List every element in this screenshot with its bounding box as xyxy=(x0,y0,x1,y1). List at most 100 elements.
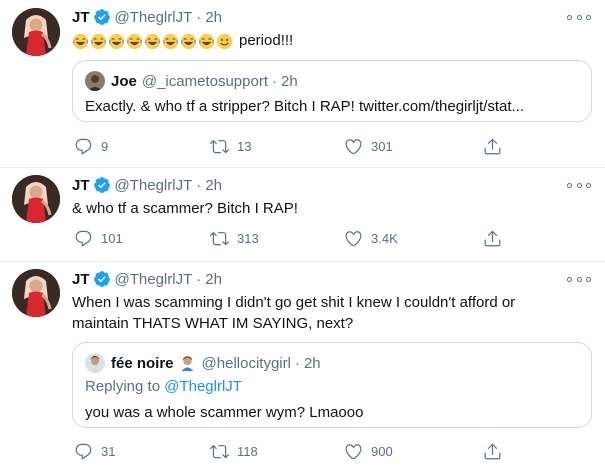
like-icon xyxy=(344,442,363,461)
reply-icon xyxy=(74,442,93,461)
tweet[interactable]: JT @TheglrlJT · 2h period!!! Joe @_icame… xyxy=(0,0,605,168)
user-avatar-image xyxy=(12,8,60,56)
retweet-count: 313 xyxy=(237,230,259,246)
laughing-emoji-icon xyxy=(180,33,197,50)
separator-dot: · xyxy=(196,8,202,26)
laughing-emoji-icon xyxy=(108,33,125,50)
quoted-avatar xyxy=(85,353,105,373)
timestamp[interactable]: 2h xyxy=(205,9,222,26)
avatar[interactable] xyxy=(12,269,60,317)
tweet-actions: 9 13 301 xyxy=(72,136,512,156)
tweet-actions: 31 118 900 xyxy=(72,441,512,461)
tweet-text-line: maintain THATS WHAT IM SAYING, next? xyxy=(72,315,354,332)
tweet-text: & who tf a scammer? Bitch I RAP! xyxy=(72,200,298,217)
tweet-text: When I was scamming I didn't go get shit… xyxy=(72,292,592,334)
replying-to-label: Replying to xyxy=(85,378,161,395)
like-button[interactable]: 900 xyxy=(344,441,393,461)
tweet-text-line: When I was scamming I didn't go get shit… xyxy=(72,294,516,311)
quoted-tweet[interactable]: fée noire @hellocitygirl · 2h Replying t… xyxy=(72,342,592,428)
retweet-icon xyxy=(210,229,229,248)
tweet[interactable]: JT @TheglrlJT · 2h When I was scamming I… xyxy=(0,262,605,468)
share-button[interactable] xyxy=(483,228,502,248)
tweet-text: period!!! xyxy=(72,30,592,51)
display-name[interactable]: JT xyxy=(72,271,90,288)
avatar[interactable] xyxy=(12,175,60,223)
more-options-icon[interactable] xyxy=(567,177,591,193)
retweet-count: 118 xyxy=(237,443,258,459)
quoted-user-handle: @_icametosupport xyxy=(141,72,268,90)
separator-dot: · xyxy=(294,354,300,372)
laughing-emoji-icon xyxy=(126,33,143,50)
verified-badge-icon xyxy=(93,270,111,288)
tweet[interactable]: JT @TheglrlJT · 2h & who tf a scammer? B… xyxy=(0,168,605,262)
reply-count: 101 xyxy=(101,230,123,246)
timestamp[interactable]: 2h xyxy=(205,177,222,194)
user-handle[interactable]: @TheglrlJT xyxy=(115,271,193,288)
like-count: 301 xyxy=(371,138,393,154)
display-name[interactable]: JT xyxy=(72,177,90,194)
like-button[interactable]: 301 xyxy=(344,136,393,156)
quoted-timestamp: 2h xyxy=(280,72,298,90)
quoted-tweet-text: you was a whole scammer wym? Lmaooo xyxy=(85,404,364,421)
separator-dot: · xyxy=(271,72,277,90)
laughing-emoji-icon xyxy=(144,33,161,50)
retweet-icon xyxy=(210,137,229,156)
verified-badge-icon xyxy=(93,176,111,194)
reply-icon xyxy=(74,137,93,156)
laughing-emoji-icon xyxy=(72,33,89,50)
share-icon xyxy=(483,137,502,156)
quoted-display-name: Joe xyxy=(111,72,137,90)
retweet-icon xyxy=(210,442,229,461)
smiling-emoji-icon xyxy=(216,33,233,50)
quoted-user-handle: @hellocitygirl xyxy=(201,354,291,372)
verified-badge-icon xyxy=(93,8,111,26)
like-icon xyxy=(344,137,363,156)
retweet-button[interactable]: 13 xyxy=(210,136,251,156)
reply-count: 31 xyxy=(101,443,116,459)
avatar[interactable] xyxy=(12,8,60,56)
laughing-emoji-icon xyxy=(198,33,215,50)
quoted-tweet-text: Exactly. & who tf a stripper? Bitch I RA… xyxy=(85,98,525,115)
laughing-emoji-icon xyxy=(90,33,107,50)
user-avatar-image xyxy=(12,269,60,317)
more-options-icon[interactable] xyxy=(567,271,591,287)
share-icon xyxy=(483,442,502,461)
separator-dot: · xyxy=(196,270,202,288)
retweet-button[interactable]: 118 xyxy=(210,441,258,461)
like-count: 3.4K xyxy=(371,230,398,246)
laughing-emoji-icon xyxy=(162,33,179,50)
tweet-header: JT @TheglrlJT · 2h xyxy=(72,174,222,196)
separator-dot: · xyxy=(196,176,202,194)
user-avatar-image xyxy=(12,175,60,223)
like-icon xyxy=(344,229,363,248)
emoji-row xyxy=(72,33,239,50)
reply-button[interactable]: 31 xyxy=(74,441,115,461)
tweet-header: JT @TheglrlJT · 2h xyxy=(72,6,222,28)
quoted-tweet[interactable]: Joe @_icametosupport · 2h Exactly. & who… xyxy=(72,60,592,122)
share-button[interactable] xyxy=(483,136,502,156)
like-button[interactable]: 3.4K xyxy=(344,228,398,248)
tweet-actions: 101 313 3.4K xyxy=(72,228,512,248)
user-handle[interactable]: @TheglrlJT xyxy=(115,177,193,194)
tweet-text-body: period!!! xyxy=(239,32,294,49)
quoted-display-name: fée noire xyxy=(111,354,174,372)
timestamp[interactable]: 2h xyxy=(205,271,222,288)
user-handle[interactable]: @TheglrlJT xyxy=(115,9,193,26)
more-options-icon[interactable] xyxy=(567,9,591,25)
person-emoji-icon xyxy=(179,355,196,372)
like-count: 900 xyxy=(371,443,393,459)
retweet-button[interactable]: 313 xyxy=(210,228,259,248)
reply-count: 9 xyxy=(101,138,109,154)
quoted-avatar xyxy=(85,71,105,91)
reply-button[interactable]: 9 xyxy=(74,136,108,156)
replying-to-line: Replying to @TheglrlJT xyxy=(85,377,242,397)
reply-button[interactable]: 101 xyxy=(74,228,123,248)
quoted-tweet-header: fée noire @hellocitygirl · 2h xyxy=(85,353,321,373)
tweet-header: JT @TheglrlJT · 2h xyxy=(72,268,222,290)
share-button[interactable] xyxy=(483,441,502,461)
display-name[interactable]: JT xyxy=(72,9,90,26)
reply-icon xyxy=(74,229,93,248)
quoted-timestamp: 2h xyxy=(303,354,321,372)
replying-to-handle-link[interactable]: @TheglrlJT xyxy=(164,378,242,395)
retweet-count: 13 xyxy=(237,138,252,154)
